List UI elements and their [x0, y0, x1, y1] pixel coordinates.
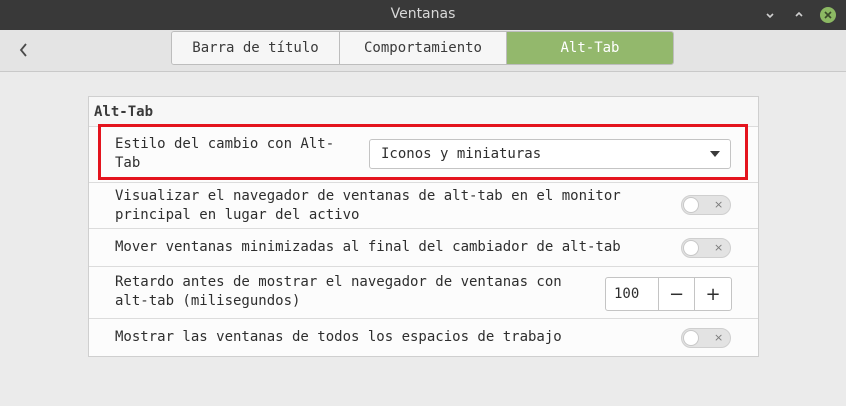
- switch-off-icon: ×: [714, 198, 724, 211]
- tab-alt-tab[interactable]: Alt-Tab: [507, 32, 673, 64]
- setting-row-alt-tab-style: Estilo del cambio con Alt-Tab Iconos y m…: [89, 126, 758, 182]
- switch-knob: [683, 197, 699, 213]
- header-bar: Barra de título Comportamiento Alt-Tab: [0, 30, 846, 72]
- stack-switcher: Barra de título Comportamiento Alt-Tab: [171, 31, 674, 65]
- close-button[interactable]: [818, 5, 838, 25]
- setting-label: Mostrar las ventanas de todos los espaci…: [115, 329, 562, 345]
- setting-row-minimized-at-end: Mover ventanas minimizadas al final del …: [89, 228, 758, 266]
- back-button[interactable]: [14, 40, 34, 60]
- setting-row-all-workspaces: Mostrar las ventanas de todos los espaci…: [89, 318, 758, 356]
- decrement-button[interactable]: −: [659, 278, 695, 310]
- window-title: Ventanas: [390, 6, 456, 22]
- window-titlebar: Ventanas: [0, 0, 846, 30]
- close-icon: [820, 7, 836, 23]
- switch-knob: [683, 240, 699, 256]
- setting-row-primary-monitor: Visualizar el navegador de ventanas de a…: [89, 182, 758, 228]
- setting-label: Retardo antes de mostrar el navegador de…: [115, 274, 562, 309]
- increment-button[interactable]: +: [695, 278, 731, 310]
- delay-value-input[interactable]: 100: [606, 278, 659, 310]
- primary-monitor-switch[interactable]: ×: [681, 195, 731, 215]
- alt-tab-settings-panel: Alt-Tab Estilo del cambio con Alt-Tab Ic…: [88, 96, 759, 357]
- back-chevron-icon: [19, 43, 27, 57]
- dropdown-arrow-icon: [710, 151, 720, 157]
- maximize-button[interactable]: [789, 5, 809, 25]
- setting-label: Mover ventanas minimizadas al final del …: [115, 239, 621, 255]
- tab-comportamiento[interactable]: Comportamiento: [340, 32, 507, 64]
- alt-tab-style-dropdown[interactable]: Iconos y miniaturas: [369, 139, 731, 169]
- all-workspaces-switch[interactable]: ×: [681, 328, 731, 348]
- switch-off-icon: ×: [714, 241, 724, 254]
- tab-barra-de-titulo[interactable]: Barra de título: [172, 32, 340, 64]
- minimize-icon: [766, 13, 774, 19]
- dropdown-selected-value: Iconos y miniaturas: [381, 146, 542, 162]
- switch-knob: [683, 330, 699, 346]
- minimized-at-end-switch[interactable]: ×: [681, 238, 731, 258]
- maximize-icon: [795, 11, 803, 17]
- setting-label: Visualizar el navegador de ventanas de a…: [115, 188, 621, 223]
- delay-spinbutton: 100 − +: [605, 277, 732, 311]
- minimize-button[interactable]: [760, 5, 780, 25]
- settings-list: Estilo del cambio con Alt-Tab Iconos y m…: [89, 126, 758, 356]
- switch-off-icon: ×: [714, 331, 724, 344]
- setting-row-delay: Retardo antes de mostrar el navegador de…: [89, 266, 758, 318]
- setting-label: Estilo del cambio con Alt-Tab: [115, 136, 335, 171]
- section-title: Alt-Tab: [94, 104, 154, 120]
